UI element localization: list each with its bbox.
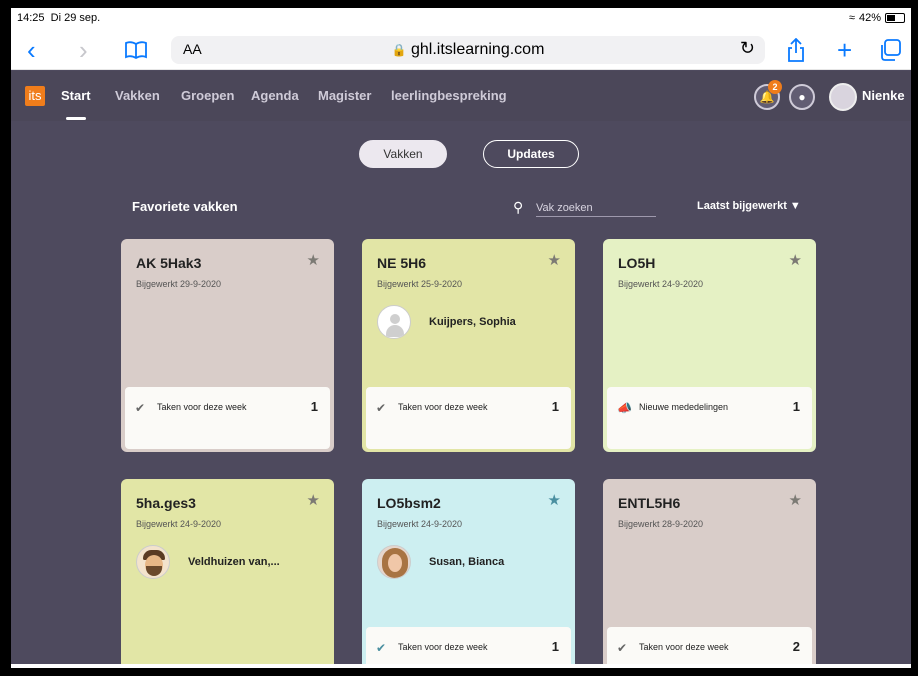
address-bar[interactable]: AA 🔒 ghl.itslearning.com ↻	[171, 36, 765, 64]
card-footer[interactable]: ✔ Taken voor deze week 1	[125, 387, 330, 449]
course-title: AK 5Hak3	[136, 255, 202, 271]
nav-groepen[interactable]: Groepen	[181, 88, 234, 103]
star-icon[interactable]: ★	[307, 491, 320, 509]
course-card[interactable]: 5ha.ges3 ★ Bijgewerkt 24-9-2020 Veldhuiz…	[121, 479, 334, 668]
status-indicators: ≈ 42%	[849, 12, 905, 24]
footer-count: 2	[792, 639, 800, 654]
status-bar: 14:25 Di 29 sep. ≈ 42%	[11, 8, 911, 30]
tabs-icon[interactable]	[879, 36, 901, 64]
user-avatar[interactable]	[829, 83, 857, 111]
course-search-input[interactable]	[536, 199, 656, 217]
bookmarks-icon[interactable]	[125, 36, 147, 64]
ipad-screen: 14:25 Di 29 sep. ≈ 42% ‹ › AA 🔒 ghl.itsl…	[11, 8, 911, 668]
star-icon[interactable]: ★	[789, 251, 802, 269]
back-icon[interactable]: ‹	[27, 35, 36, 65]
nav-agenda[interactable]: Agenda	[251, 88, 299, 103]
course-updated-date: Bijgewerkt 24-9-2020	[136, 519, 222, 529]
battery-icon	[885, 13, 905, 23]
course-updated-date: Bijgewerkt 24-9-2020	[618, 279, 704, 289]
course-card[interactable]: LO5bsm2 ★ Bijgewerkt 24-9-2020 Susan, Bi…	[362, 479, 575, 668]
footer-count: 1	[551, 399, 559, 414]
course-title: LO5H	[618, 255, 656, 271]
vakken-tab-button[interactable]: Vakken	[359, 140, 447, 168]
share-icon[interactable]	[787, 36, 805, 64]
sort-dropdown[interactable]: Laatst bijgewerkt ▼	[697, 200, 801, 212]
teacher: Kuijpers, Sophia	[377, 305, 516, 339]
check-icon: ✔	[617, 641, 628, 655]
itslearning-logo[interactable]: its	[25, 86, 45, 106]
browser-toolbar: ‹ › AA 🔒 ghl.itslearning.com ↻ +	[11, 30, 911, 70]
status-time: 14:25 Di 29 sep.	[17, 12, 101, 24]
wifi-icon: ≈	[848, 12, 855, 24]
course-card[interactable]: ENTL5H6 ★ Bijgewerkt 28-9-2020 ✔ Taken v…	[603, 479, 816, 668]
footer-label: Taken voor deze week	[398, 402, 488, 412]
reload-icon[interactable]: ↻	[740, 38, 755, 59]
course-title: NE 5H6	[377, 255, 427, 271]
footer-count: 1	[551, 639, 559, 654]
teacher-name: Veldhuizen van,...	[188, 556, 280, 568]
user-name[interactable]: Nienke	[862, 88, 905, 103]
teacher-name: Susan, Bianca	[429, 556, 505, 568]
course-updated-date: Bijgewerkt 25-9-2020	[377, 279, 463, 289]
card-footer[interactable]: ✔ Taken voor deze week 1	[366, 387, 571, 449]
lock-icon: 🔒	[391, 43, 407, 57]
course-card[interactable]: NE 5H6 ★ Bijgewerkt 25-9-2020 Kuijpers, …	[362, 239, 575, 452]
course-card[interactable]: AK 5Hak3 ★ Bijgewerkt 29-9-2020 ✔ Taken …	[121, 239, 334, 452]
messages-icon[interactable]: ●	[789, 84, 815, 110]
teacher-avatar	[377, 545, 411, 579]
nav-leerlingbespreking[interactable]: leerlingbespreking	[391, 88, 507, 103]
course-updated-date: Bijgewerkt 28-9-2020	[618, 519, 704, 529]
star-icon[interactable]: ★	[548, 491, 561, 509]
nav-magister[interactable]: Magister	[318, 88, 371, 103]
star-icon[interactable]: ★	[307, 251, 320, 269]
dropdown-arrow-icon: ▼	[789, 200, 801, 212]
active-nav-indicator	[66, 117, 86, 120]
course-title: ENTL5H6	[618, 495, 681, 511]
footer-count: 1	[310, 399, 318, 414]
url-text: 🔒 ghl.itslearning.com	[391, 41, 545, 58]
check-icon: ✔	[135, 401, 146, 415]
search-icon: ⚲	[513, 199, 524, 215]
updates-tab-button[interactable]: Updates	[483, 140, 579, 168]
course-card[interactable]: LO5H ★ Bijgewerkt 24-9-2020 📣 Nieuwe med…	[603, 239, 816, 452]
course-updated-date: Bijgewerkt 29-9-2020	[136, 279, 222, 289]
megaphone-icon: 📣	[617, 401, 632, 415]
course-title: 5ha.ges3	[136, 495, 196, 511]
star-icon[interactable]: ★	[789, 491, 802, 509]
footer-count: 1	[792, 399, 800, 414]
star-icon[interactable]: ★	[548, 251, 561, 269]
nav-vakken[interactable]: Vakken	[115, 88, 160, 103]
card-footer[interactable]: ✔ Taken voor deze week 1	[366, 627, 571, 668]
bottom-edge	[11, 664, 911, 668]
new-tab-icon[interactable]: +	[837, 35, 852, 65]
check-icon: ✔	[376, 641, 387, 655]
teacher: Susan, Bianca	[377, 545, 504, 579]
teacher: Veldhuizen van,...	[136, 545, 280, 579]
footer-label: Taken voor deze week	[157, 402, 247, 412]
course-updated-date: Bijgewerkt 24-9-2020	[377, 519, 463, 529]
card-footer[interactable]: ✔ Taken voor deze week 2	[607, 627, 812, 668]
teacher-avatar	[136, 545, 170, 579]
footer-label: Nieuwe mededelingen	[639, 402, 729, 412]
app-header: its Start Vakken Groepen Agenda Magister…	[11, 71, 911, 121]
forward-icon[interactable]: ›	[79, 35, 88, 65]
default-avatar-icon	[377, 305, 411, 339]
battery-percent: 42%	[858, 12, 881, 24]
nav-start[interactable]: Start	[61, 88, 91, 103]
course-title: LO5bsm2	[377, 495, 441, 511]
notification-count-badge: 2	[768, 80, 782, 94]
favorite-courses-title: Favoriete vakken	[132, 199, 238, 214]
footer-label: Taken voor deze week	[639, 642, 729, 652]
footer-label: Taken voor deze week	[398, 642, 488, 652]
card-footer[interactable]: 📣 Nieuwe mededelingen 1	[607, 387, 812, 449]
teacher-name: Kuijpers, Sophia	[429, 316, 516, 328]
check-icon: ✔	[376, 401, 387, 415]
